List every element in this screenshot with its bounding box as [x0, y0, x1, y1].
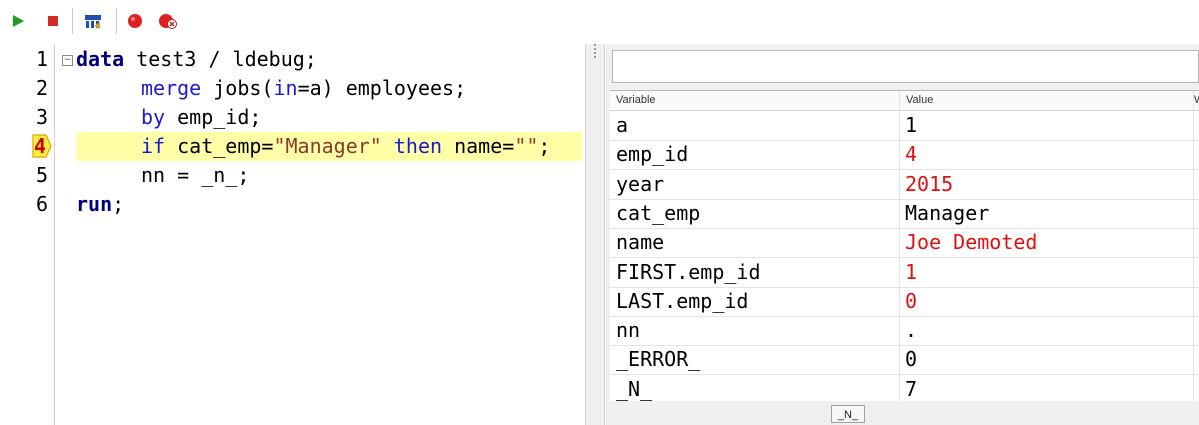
variable-name-cell: name — [616, 230, 665, 255]
line-number: 3 — [35, 105, 48, 129]
table-row[interactable]: cat_emp Manager — [610, 199, 1199, 229]
table-row[interactable]: LAST.emp_id 0 — [610, 287, 1199, 317]
run-icon — [13, 15, 24, 27]
table-row[interactable]: _ERROR_ 0 — [610, 345, 1199, 376]
variable-value-cell: 4 — [905, 142, 918, 167]
variables-grid: Variable Value W a1emp_id4year2015cat_em… — [610, 90, 1199, 401]
variable-value-cell: 0 — [905, 288, 918, 313]
variable-name-cell: year — [616, 171, 665, 196]
variable-value-cell: 7 — [905, 376, 918, 401]
variable-value-cell: Joe Demoted — [905, 230, 1038, 255]
variable-value-cell: 1 — [905, 113, 918, 137]
variable-value-cell: Manager — [905, 200, 990, 225]
status-tab-n[interactable]: _N_ — [831, 405, 865, 423]
variable-value-cell: 2015 — [905, 171, 954, 196]
code-line-1: data test3 / ldebug; — [76, 47, 317, 71]
code-editor[interactable]: 1 2 3 5 6 4 − data test3 / ldebug; merge… — [0, 44, 585, 425]
line-number: 2 — [35, 76, 48, 100]
variable-value-cell: 0 — [905, 347, 918, 372]
table-row[interactable]: emp_id 4 — [610, 140, 1199, 171]
code-line-2: merge jobs(in=a) employees; — [141, 76, 467, 100]
line-number: 5 — [35, 163, 48, 187]
collapse-icon[interactable]: − — [62, 55, 73, 66]
table-row[interactable]: a1 — [610, 111, 1199, 141]
debugger-toolbar — [0, 0, 1199, 44]
breakpoint-icon — [128, 14, 142, 28]
variable-name-cell: _N_ — [616, 376, 653, 401]
current-line-number: 4 — [33, 134, 46, 158]
toolbar-separator — [72, 8, 73, 34]
stop-button[interactable] — [42, 10, 64, 32]
variable-name-cell: cat_emp — [616, 200, 701, 225]
variable-name-cell: LAST.emp_id — [616, 288, 749, 313]
table-row[interactable]: nn. — [610, 316, 1199, 347]
stop-icon — [48, 16, 58, 26]
code-line-4: if cat_emp="Manager" then name=""; — [141, 134, 551, 158]
run-button[interactable] — [7, 10, 29, 32]
watch-expression-input[interactable] — [612, 50, 1199, 83]
clear-breakpoints-button[interactable] — [157, 10, 179, 32]
step-over-icon — [85, 15, 101, 29]
watch-panel: Variable Value W a1emp_id4year2015cat_em… — [606, 44, 1199, 425]
column-header-variable[interactable]: Variable — [610, 91, 656, 110]
variable-name-cell: emp_id — [616, 142, 689, 167]
table-row[interactable]: _N_ 7 — [610, 375, 1199, 401]
variable-name-cell: a — [616, 113, 629, 137]
line-number-gutter: 1 2 3 5 6 — [0, 44, 55, 425]
pane-splitter[interactable] — [585, 44, 605, 425]
code-line-6: run; — [76, 192, 125, 216]
column-header-value[interactable]: Value — [900, 91, 933, 110]
table-row[interactable]: FIRST.emp_id 1 — [610, 258, 1199, 288]
variable-name-cell: nn — [616, 318, 641, 343]
variable-name-cell: FIRST.emp_id — [616, 259, 761, 284]
variable-value-cell: . — [905, 318, 918, 343]
clear-breakpoints-icon — [159, 14, 177, 29]
step-over-button[interactable] — [82, 10, 104, 32]
variable-value-cell: 1 — [905, 259, 918, 284]
line-number: 6 — [35, 192, 48, 216]
line-number: 1 — [35, 47, 48, 71]
toolbar-separator — [116, 8, 117, 34]
code-line-3: by emp_id; — [141, 105, 262, 129]
table-row[interactable]: name Joe Demoted — [610, 228, 1199, 259]
grid-header: Variable Value W — [610, 91, 1199, 111]
code-line-5: nn = _n_; — [141, 163, 250, 187]
table-row[interactable]: year 2015 — [610, 170, 1199, 200]
toggle-breakpoint-button[interactable] — [124, 10, 146, 32]
variable-name-cell: _ERROR_ — [616, 347, 701, 372]
status-bar: _N_ — [610, 402, 1199, 425]
